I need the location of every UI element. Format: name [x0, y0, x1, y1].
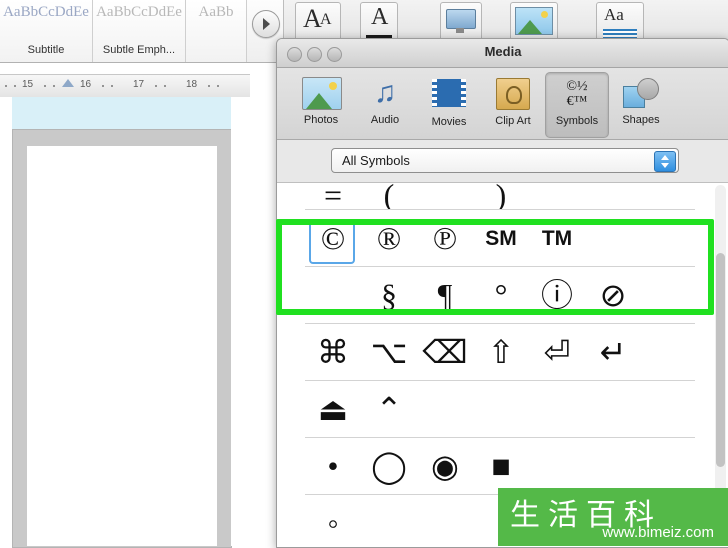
- tab-photos[interactable]: Photos: [289, 72, 353, 138]
- ruler-indent-marker[interactable]: [62, 79, 74, 87]
- document-page[interactable]: [12, 129, 232, 548]
- tab-clip-art[interactable]: Clip Art: [481, 72, 545, 138]
- symbol-cell-section[interactable]: §: [361, 279, 417, 311]
- selection-ring: [309, 220, 355, 264]
- symbol-cell-control[interactable]: ⌃: [361, 393, 417, 425]
- symbol-cell-circle[interactable]: ◯: [361, 450, 417, 482]
- symbols-icon: ©½ €™: [558, 78, 596, 112]
- style-caption: Subtitle: [27, 44, 65, 56]
- symbol-cell-shift[interactable]: ⇧: [473, 336, 529, 368]
- chevron-updown-icon[interactable]: [654, 151, 676, 172]
- document-canvas[interactable]: [0, 97, 255, 548]
- symbol-cell[interactable]: =: [305, 183, 361, 209]
- canvas-gutter: [0, 97, 12, 546]
- media-window-titlebar[interactable]: Media: [277, 39, 728, 68]
- symbol-row-trademark[interactable]: © ® ℗ SM TM: [305, 210, 695, 267]
- clip-art-icon: [494, 78, 532, 112]
- symbols-icon-line2: €™: [566, 94, 588, 109]
- tab-label: Photos: [303, 114, 339, 126]
- symbol-cell-bullet[interactable]: •: [305, 450, 361, 482]
- symbol-cell-return[interactable]: ⏎: [529, 336, 585, 368]
- watermark: 生活百科 www.bimeiz.com: [498, 488, 728, 546]
- symbol-row[interactable]:  § ¶ ° ⓘ ⊘: [305, 267, 695, 324]
- gallery-scroll-down-icon[interactable]: [252, 10, 280, 38]
- music-note-icon: ♫: [373, 76, 397, 109]
- symbol-category-select[interactable]: All Symbols: [331, 148, 679, 173]
- symbols-icon-line1: ©½: [566, 79, 588, 94]
- document-ruler[interactable]: 15 16 17 18: [0, 74, 250, 98]
- ruler-tick: 15: [22, 79, 34, 90]
- document-page-content[interactable]: [27, 146, 217, 546]
- symbol-cell-enter[interactable]: ↵: [585, 336, 641, 368]
- style-sample-text: AaBbCcDdEe: [3, 4, 89, 20]
- tab-label: Clip Art: [495, 115, 531, 127]
- symbol-cell-trademark[interactable]: TM: [529, 228, 585, 249]
- symbol-cell[interactable]: [585, 183, 641, 208]
- symbol-cell[interactable]: (: [361, 183, 417, 209]
- symbol-cell-square[interactable]: ■: [473, 450, 529, 482]
- tab-label: Symbols: [555, 115, 599, 127]
- tab-label: Movies: [431, 116, 467, 128]
- symbol-cell-eject[interactable]: ⏏: [305, 393, 361, 425]
- style-sample-text: AaBbCcDdEe: [96, 4, 182, 20]
- scrollbar-thumb[interactable]: [716, 253, 725, 467]
- symbol-cell-copyright[interactable]: ©: [305, 220, 361, 264]
- style-item-subtitle[interactable]: AaBbCcDdEe Subtitle: [0, 0, 93, 62]
- tab-movies[interactable]: Movies: [417, 72, 481, 138]
- symbol-cell[interactable]: ): [473, 183, 529, 209]
- shapes-icon: [622, 77, 660, 111]
- symbol-cell-info[interactable]: ⓘ: [529, 279, 585, 311]
- symbol-cell-prohibited[interactable]: ⊘: [585, 279, 641, 311]
- tab-label: Audio: [370, 114, 400, 126]
- symbol-row[interactable]: ⌘ ⌥ ⌫ ⇧ ⏎ ↵: [305, 324, 695, 381]
- symbol-cell-apple[interactable]: : [305, 279, 361, 311]
- style-caption: Subtle Emph...: [102, 44, 176, 56]
- watermark-url: www.bimeiz.com: [602, 524, 714, 541]
- style-item-partial[interactable]: AaBb: [186, 0, 247, 62]
- symbol-category-value: All Symbols: [342, 153, 410, 168]
- media-browser-window[interactable]: Media Photos ♫ Audio Movies Clip Art ©½ …: [276, 38, 728, 548]
- symbol-cell-command[interactable]: ⌘: [305, 336, 361, 368]
- media-category-tabs[interactable]: Photos ♫ Audio Movies Clip Art ©½ €™ Sym…: [277, 68, 728, 140]
- symbol-cell-fisheye[interactable]: ◉: [417, 450, 473, 482]
- symbol-cell-degree[interactable]: °: [473, 279, 529, 311]
- tab-audio[interactable]: ♫ Audio: [353, 72, 417, 138]
- tab-symbols[interactable]: ©½ €™ Symbols: [545, 72, 609, 138]
- symbol-row[interactable]: = ( ): [305, 183, 695, 210]
- canvas-right-fill: [231, 97, 255, 546]
- symbol-cell-registered[interactable]: ®: [361, 222, 417, 254]
- ruler-tick: 17: [133, 79, 145, 90]
- symbol-row[interactable]: • ◯ ◉ ■: [305, 438, 695, 495]
- symbol-cell-pilcrow[interactable]: ¶: [417, 279, 473, 311]
- film-icon: [430, 79, 468, 113]
- symbol-cell[interactable]: [529, 183, 585, 208]
- tab-shapes[interactable]: Shapes: [609, 72, 673, 138]
- tab-label: Shapes: [622, 114, 660, 126]
- symbol-cell-option[interactable]: ⌥: [361, 336, 417, 368]
- ruler-tick: 16: [80, 79, 92, 90]
- ruler-tick: 18: [186, 79, 198, 90]
- symbol-cell-sound-recording[interactable]: ℗: [417, 222, 473, 254]
- symbol-cell-service-mark[interactable]: SM: [473, 228, 529, 249]
- styles-gallery[interactable]: AaBbCcDdEe Subtitle AaBbCcDdEe Subtle Em…: [0, 0, 284, 62]
- style-sample-text: AaBb: [198, 4, 234, 20]
- style-item-subtle-emphasis[interactable]: AaBbCcDdEe Subtle Emph...: [93, 0, 186, 62]
- photos-icon: [302, 77, 342, 111]
- symbol-row[interactable]: ⏏ ⌃: [305, 381, 695, 438]
- symbol-cell-delete[interactable]: ⌫: [417, 336, 473, 368]
- symbol-filter-row: All Symbols: [277, 140, 728, 183]
- symbol-cell[interactable]: [417, 183, 473, 208]
- media-window-title: Media: [484, 44, 522, 59]
- symbol-cell-white-bullet[interactable]: ◦: [305, 507, 361, 539]
